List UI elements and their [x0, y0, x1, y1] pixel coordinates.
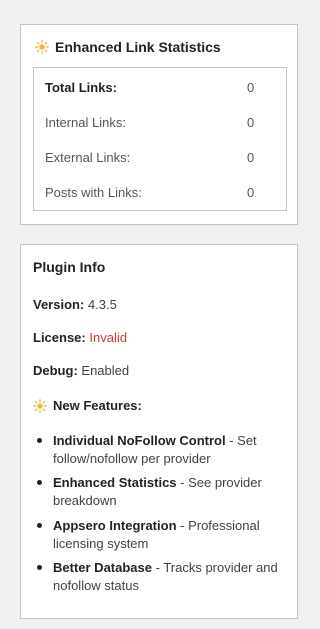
debug-line: Debug: Enabled [33, 363, 129, 378]
feature-name: Appsero Integration [53, 518, 177, 533]
feature-name: Better Database [53, 560, 152, 575]
stat-value-internal: 0 [247, 115, 255, 130]
stat-value-external: 0 [247, 150, 255, 165]
stat-value-posts: 0 [247, 185, 255, 200]
new-features-heading: New Features: [33, 398, 142, 413]
link-statistics-title-text: Enhanced Link Statistics [55, 39, 221, 55]
new-features-title: New Features: [53, 398, 142, 413]
license-label: License: [33, 330, 86, 345]
sun-icon [35, 40, 49, 54]
version-label: Version: [33, 297, 85, 312]
version-value: 4.3.5 [87, 297, 117, 312]
sun-icon [33, 398, 47, 413]
feature-name: Individual NoFollow Control [53, 433, 226, 448]
plugin-info-title: Plugin Info [33, 259, 106, 275]
version-line: Version: 4.3.5 [33, 297, 117, 312]
stat-label-total: Total Links: [45, 80, 117, 95]
link-statistics-title: Enhanced Link Statistics [21, 25, 297, 57]
stat-row-total: Total Links: 0 [34, 70, 286, 105]
stat-row-internal: Internal Links: 0 [34, 105, 286, 140]
link-statistics-card: Enhanced Link Statistics Total Links: 0 … [20, 24, 298, 225]
feature-item: Appsero Integration - Professional licen… [37, 517, 285, 553]
feature-item: Individual NoFollow Control - Set follow… [37, 432, 285, 468]
debug-label: Debug: [33, 363, 78, 378]
stat-label-internal: Internal Links: [45, 115, 126, 130]
feature-item: Better Database - Tracks provider and no… [37, 559, 285, 595]
link-statistics-table: Total Links: 0 Internal Links: 0 Externa… [33, 67, 287, 211]
license-status: Invalid [89, 330, 127, 345]
feature-name: Enhanced Statistics [53, 475, 177, 490]
stat-label-posts: Posts with Links: [45, 185, 142, 200]
stat-row-posts: Posts with Links: 0 [34, 175, 286, 210]
stat-value-total: 0 [247, 80, 255, 95]
debug-value: Enabled [81, 363, 130, 378]
license-line: License: Invalid [33, 330, 127, 345]
plugin-info-card: Plugin Info Version: 4.3.5 License: Inva… [20, 244, 298, 619]
stat-row-external: External Links: 0 [34, 140, 286, 175]
stat-label-external: External Links: [45, 150, 131, 165]
feature-item: Enhanced Statistics - See provider break… [37, 474, 285, 510]
